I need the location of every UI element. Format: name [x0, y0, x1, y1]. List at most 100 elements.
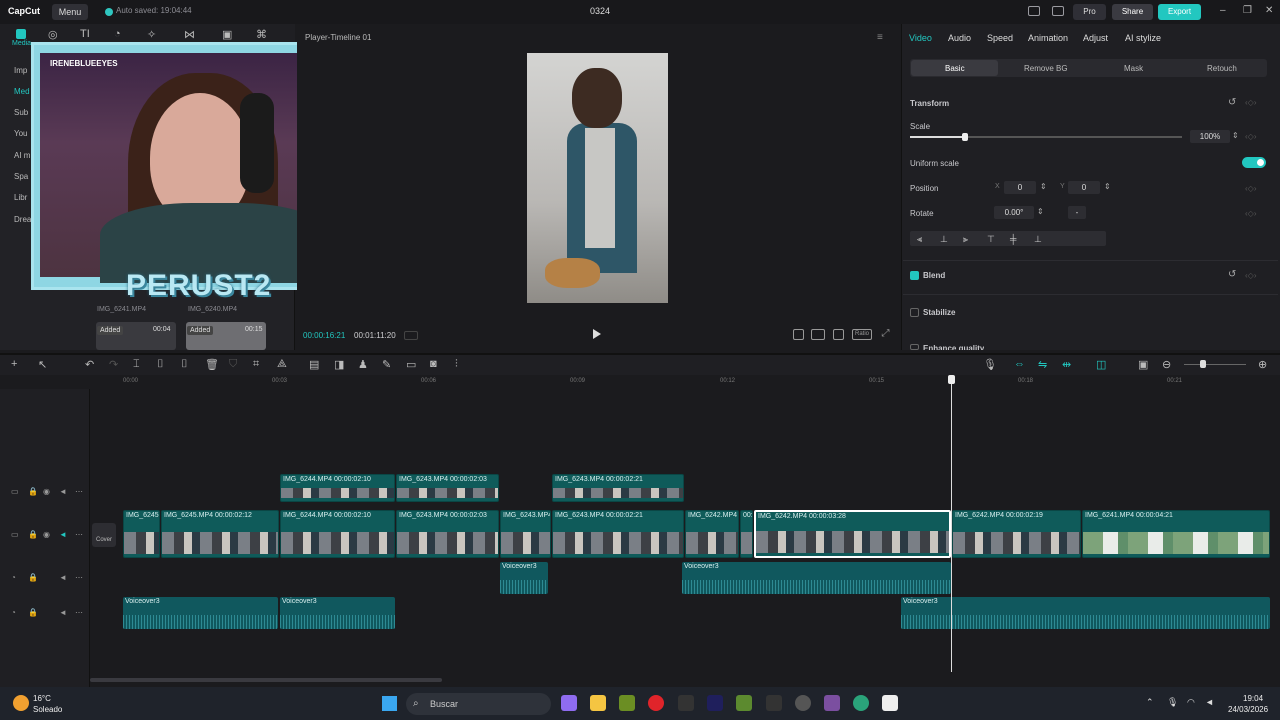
- menu-button[interactable]: Menu: [52, 4, 88, 20]
- keyframe-icon[interactable]: ‹◇›: [1245, 184, 1256, 193]
- play-icon[interactable]: [593, 329, 601, 339]
- pos-y-stepper-icon[interactable]: ⇕: [1104, 182, 1111, 191]
- opera-icon[interactable]: [648, 695, 664, 711]
- magic-icon[interactable]: ✎: [382, 358, 391, 371]
- share-button[interactable]: Share: [1112, 4, 1153, 20]
- add-track-icon[interactable]: +: [11, 358, 17, 370]
- time-ruler[interactable]: [90, 375, 1280, 389]
- lock-icon[interactable]: 🔒: [28, 487, 38, 496]
- lock-icon[interactable]: 🔒: [28, 573, 38, 582]
- audio-tab-icon[interactable]: ◎: [48, 28, 58, 41]
- close-icon[interactable]: ✕: [1265, 5, 1273, 16]
- timeline-clip[interactable]: IMG_6245.MP4 00:00:02:12: [161, 510, 279, 558]
- sidebar-item-media[interactable]: Med: [14, 87, 30, 96]
- preview-axis-icon[interactable]: ◫: [1096, 358, 1106, 371]
- align-center-icon[interactable]: ⊥: [940, 234, 948, 245]
- sidebar-item-library[interactable]: Libr: [14, 193, 27, 202]
- zoom-slider-handle[interactable]: [1200, 360, 1206, 368]
- playhead[interactable]: [951, 378, 952, 672]
- calendar-icon[interactable]: [766, 695, 782, 711]
- rotate-input[interactable]: 0.00°: [994, 206, 1034, 219]
- app-icon[interactable]: [824, 695, 840, 711]
- align-right-icon[interactable]: ⫸: [963, 234, 968, 245]
- timeline-scrollbar[interactable]: [90, 678, 442, 682]
- tab-speed[interactable]: Speed: [987, 33, 1013, 43]
- scale-slider-handle[interactable]: [962, 133, 968, 141]
- more-icon[interactable]: ⋯: [75, 608, 83, 617]
- text-tab-icon[interactable]: TI: [80, 28, 90, 40]
- timeline-clip[interactable]: IMG_6241.MP4 00:00:04:21: [1082, 510, 1270, 558]
- volume-icon[interactable]: ◄: [1205, 697, 1214, 707]
- more-icon[interactable]: ⋯: [75, 530, 83, 539]
- timeline-clip[interactable]: IMG_6243.MP4 00:00:02:21: [552, 474, 684, 502]
- audio-icon[interactable]: ◄: [59, 608, 67, 617]
- split-icon[interactable]: ⌶: [133, 358, 140, 371]
- shield-icon[interactable]: ⛉: [229, 358, 237, 371]
- templates-tab-icon[interactable]: ⌘: [256, 28, 267, 41]
- capcut-icon[interactable]: [882, 695, 898, 711]
- ratio-button[interactable]: Ratio: [852, 329, 872, 340]
- tab-video[interactable]: Video: [909, 33, 932, 43]
- keyframe-icon[interactable]: ‹◇›: [1245, 271, 1256, 280]
- tab-audio[interactable]: Audio: [948, 33, 971, 43]
- lock-icon[interactable]: 🔒: [28, 608, 38, 617]
- timeline-clip[interactable]: IMG_6244.MP4 00:00:02:10: [280, 510, 395, 558]
- microphone-icon[interactable]: 🎙: [983, 358, 997, 371]
- timecode-icon[interactable]: [404, 331, 418, 340]
- select-tool-icon[interactable]: ↖: [38, 358, 47, 371]
- freeze-icon[interactable]: ▤: [309, 358, 319, 371]
- sidebar-item-ai-media[interactable]: AI m: [14, 151, 30, 160]
- timeline-clip-selected[interactable]: IMG_6242.MP4 00:00:03:28: [754, 510, 951, 558]
- tab-ai-stylize[interactable]: AI stylize: [1125, 33, 1161, 43]
- maximize-icon[interactable]: ❐: [1243, 5, 1252, 16]
- filters-tab-icon[interactable]: ▣: [222, 28, 232, 41]
- link-main-track-icon[interactable]: ⇔: [1014, 358, 1025, 370]
- subtab-remove-bg[interactable]: Remove BG: [1024, 64, 1068, 73]
- expand-icon[interactable]: ⤢: [880, 329, 891, 340]
- crop-icon[interactable]: ⌗: [253, 358, 259, 371]
- enhance-heading[interactable]: Enhance quality: [923, 344, 984, 350]
- sidebar-item-subproject[interactable]: Sub: [14, 108, 28, 117]
- clock-time[interactable]: 19:04: [1243, 694, 1263, 703]
- microphone-icon[interactable]: 🎙: [1167, 697, 1178, 708]
- app-icon[interactable]: [736, 695, 752, 711]
- lock-icon[interactable]: 🔒: [28, 530, 38, 539]
- align-bottom-icon[interactable]: ⊥: [1034, 234, 1042, 245]
- caption-icon[interactable]: ▭: [406, 358, 416, 371]
- zoom-in-icon[interactable]: ⊕: [1258, 358, 1267, 371]
- timeline-clip[interactable]: IMG_6243.MP4: [500, 510, 551, 558]
- keyframe-icon[interactable]: ‹◇›: [1245, 98, 1256, 107]
- timeline-clip[interactable]: IMG_6245.: [123, 510, 160, 558]
- blend-heading[interactable]: Blend: [923, 271, 945, 280]
- steam-icon[interactable]: [795, 695, 811, 711]
- stabilize-heading[interactable]: Stabilize: [923, 308, 955, 317]
- layout-icon[interactable]: [1028, 6, 1040, 16]
- player-menu-icon[interactable]: ≡: [877, 32, 883, 43]
- transitions-tab-icon[interactable]: ⋈: [184, 28, 195, 41]
- keyframe-icon[interactable]: ‹◇›: [1245, 209, 1256, 218]
- export-button[interactable]: Export: [1158, 4, 1201, 20]
- crop-icon[interactable]: [793, 329, 804, 340]
- undo-icon[interactable]: ↶: [85, 358, 94, 371]
- voiceover-clip[interactable]: Voiceover3: [500, 562, 548, 594]
- enhance-checkbox[interactable]: [910, 344, 919, 350]
- voiceover-clip[interactable]: Voiceover3: [280, 597, 395, 629]
- transform-heading[interactable]: Transform: [910, 99, 949, 108]
- timeline-clip[interactable]: IMG_6242.MP4 00:00:02:19: [952, 510, 1081, 558]
- caption-toggle-icon[interactable]: ▣: [1138, 358, 1148, 371]
- cover-button[interactable]: Cover: [92, 523, 116, 547]
- tab-adjust[interactable]: Adjust: [1083, 33, 1108, 43]
- timeline-clip[interactable]: IMG_6243.MP4 00:00:02:03: [396, 474, 499, 502]
- file-explorer-icon[interactable]: [590, 695, 606, 711]
- timeline-clip[interactable]: IMG_6243.MP4 00:00:02:03: [396, 510, 499, 558]
- position-x-input[interactable]: 0: [1004, 181, 1036, 194]
- audio-icon[interactable]: ◄: [59, 530, 67, 539]
- zoom-slider-track[interactable]: [1184, 364, 1246, 365]
- reset-icon[interactable]: ↺: [1228, 97, 1236, 108]
- align-middle-icon[interactable]: ╪: [1010, 234, 1016, 244]
- clock-date[interactable]: 24/03/2026: [1228, 705, 1268, 714]
- copilot-icon[interactable]: [561, 695, 577, 711]
- timeline-clip[interactable]: IMG_6242.MP4: [685, 510, 739, 558]
- split-left-icon[interactable]: ⌷: [157, 358, 164, 371]
- voiceover-clip[interactable]: Voiceover3: [123, 597, 278, 629]
